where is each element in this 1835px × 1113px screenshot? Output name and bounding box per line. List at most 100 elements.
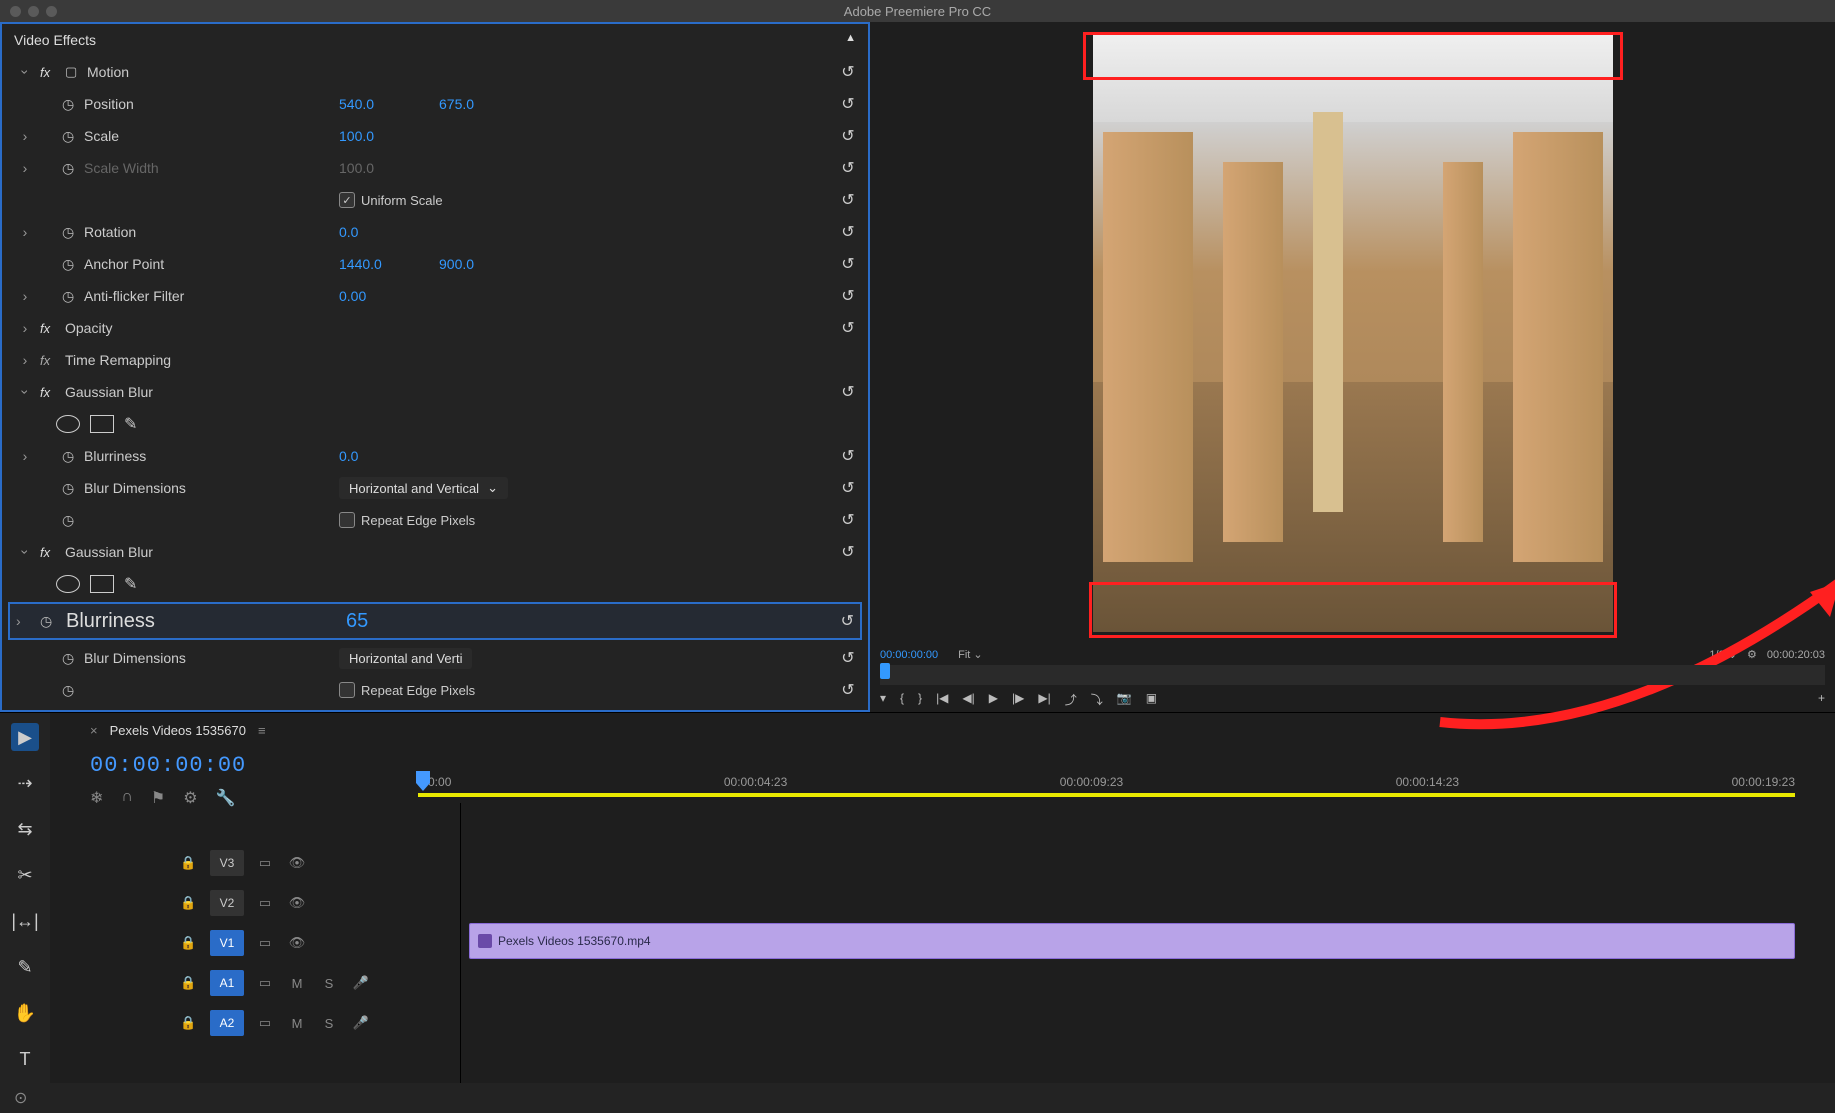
track-label[interactable]: A2 <box>210 1010 244 1036</box>
reset-button[interactable] <box>836 284 860 308</box>
track-label[interactable]: V1 <box>210 930 244 956</box>
stopwatch-icon[interactable] <box>40 613 66 630</box>
video-clip[interactable]: Pexels Videos 1535670.mp4 <box>469 923 1795 959</box>
lock-icon[interactable]: 🔒 <box>180 975 200 991</box>
solo-icon[interactable]: S <box>318 976 340 991</box>
reset-button[interactable] <box>836 678 860 702</box>
window-controls[interactable] <box>0 6 57 17</box>
effect-opacity[interactable]: fx Opacity <box>2 312 868 344</box>
value[interactable]: 0.00 <box>339 288 439 304</box>
repeat-edge-checkbox[interactable]: Repeat Edge Pixels <box>339 512 475 528</box>
step-back-icon[interactable]: ◀| <box>962 691 974 708</box>
effect-motion[interactable]: fx ▢ Motion <box>2 56 868 88</box>
track-a2[interactable]: 🔒A2▭MS🎤 <box>50 1003 460 1043</box>
track-v2[interactable]: 🔒V2▭👁 <box>50 883 460 923</box>
playhead-icon[interactable] <box>880 663 890 679</box>
reset-button[interactable] <box>836 252 860 276</box>
collapse-icon[interactable]: ▲ <box>845 32 856 48</box>
checkbox-icon[interactable] <box>339 192 355 208</box>
toggle-output-icon[interactable]: ▭ <box>254 895 276 911</box>
export-frame-icon[interactable]: 📷 <box>1117 691 1132 708</box>
reset-button[interactable] <box>841 611 854 631</box>
reset-button[interactable] <box>836 92 860 116</box>
toggle-output-icon[interactable]: ▭ <box>254 975 276 991</box>
mute-icon[interactable]: M <box>286 976 308 991</box>
resolution-dropdown[interactable]: 1/2 ⌄ <box>1709 648 1737 661</box>
work-area-bar[interactable] <box>418 793 1795 797</box>
preview-viewport[interactable] <box>870 22 1835 642</box>
effect-gaussian-blur-1[interactable]: fx Gaussian Blur <box>2 376 868 408</box>
track-label[interactable]: V3 <box>210 850 244 876</box>
close-tab-icon[interactable]: × <box>90 723 98 738</box>
go-to-out-icon[interactable]: ▶| <box>1038 691 1050 708</box>
reset-button[interactable] <box>836 380 860 404</box>
effect-time-remapping[interactable]: fx Time Remapping <box>2 344 868 376</box>
fx-badge[interactable]: fx <box>40 385 65 400</box>
mute-icon[interactable]: M <box>286 1016 308 1031</box>
chevron-right-icon[interactable] <box>10 160 40 176</box>
track-v1[interactable]: 🔒V1▭👁 <box>50 923 460 963</box>
effect-gaussian-blur-2[interactable]: fx Gaussian Blur <box>2 536 868 568</box>
track-label[interactable]: A1 <box>210 970 244 996</box>
razor-tool[interactable]: ✂ <box>11 861 39 889</box>
chevron-down-icon[interactable] <box>10 64 40 80</box>
value[interactable]: 0.0 <box>339 224 439 240</box>
panel-header[interactable]: Video Effects ▲ <box>2 24 868 56</box>
time-ruler[interactable]: :00:00 00:00:04:23 00:00:09:23 00:00:14:… <box>410 747 1835 803</box>
pen-mask-icon[interactable]: ✎ <box>124 414 137 434</box>
reset-button[interactable] <box>836 508 860 532</box>
hand-tool[interactable]: ✋ <box>11 999 39 1027</box>
stopwatch-icon[interactable] <box>62 256 84 273</box>
reset-button[interactable] <box>836 476 860 500</box>
chevron-right-icon[interactable] <box>10 224 40 240</box>
type-tool[interactable]: T <box>11 1045 39 1073</box>
motion-box-icon[interactable]: ▢ <box>65 64 87 80</box>
reset-button[interactable] <box>836 646 860 670</box>
fit-dropdown[interactable]: Fit ⌄ <box>958 648 983 661</box>
cc-icon[interactable]: ⊙ <box>14 1088 27 1108</box>
marker-icon[interactable]: ▾ <box>880 691 886 708</box>
value-x[interactable]: 1440.0 <box>339 256 439 272</box>
reset-button[interactable] <box>836 316 860 340</box>
preview-ruler[interactable] <box>880 665 1825 685</box>
fx-badge[interactable]: fx <box>40 321 65 336</box>
add-button-icon[interactable]: + <box>1818 691 1825 708</box>
track-label[interactable]: V2 <box>210 890 244 916</box>
blur-dims-dropdown[interactable]: Horizontal and Verti <box>339 648 472 669</box>
step-fwd-icon[interactable]: |▶ <box>1012 691 1024 708</box>
lock-icon[interactable]: 🔒 <box>180 1015 200 1031</box>
stopwatch-icon[interactable] <box>62 650 84 667</box>
eye-icon[interactable]: 👁 <box>286 855 308 871</box>
timeline-timecode[interactable]: 00:00:00:00 <box>90 753 370 778</box>
reset-button[interactable] <box>836 188 860 212</box>
stopwatch-icon[interactable] <box>62 96 84 113</box>
value[interactable]: 0.0 <box>339 448 439 464</box>
stopwatch-icon[interactable] <box>62 480 84 497</box>
rect-mask-icon[interactable] <box>90 575 114 593</box>
ellipse-mask-icon[interactable] <box>56 415 80 433</box>
toggle-output-icon[interactable]: ▭ <box>254 855 276 871</box>
lift-icon[interactable]: ⤴ <box>1065 691 1077 708</box>
lock-icon[interactable]: 🔒 <box>180 935 200 951</box>
stopwatch-icon[interactable] <box>62 224 84 241</box>
mic-icon[interactable]: 🎤 <box>350 1015 372 1031</box>
toggle-output-icon[interactable]: ▭ <box>254 935 276 951</box>
pen-tool[interactable]: ✎ <box>11 953 39 981</box>
fx-badge[interactable]: fx <box>40 545 65 560</box>
eye-icon[interactable]: 👁 <box>286 895 308 911</box>
timeline-tracks-area[interactable]: Pexels Videos 1535670.mp4 <box>460 803 1835 1112</box>
chevron-right-icon[interactable] <box>10 288 40 304</box>
track-select-tool[interactable]: ⇢ <box>11 769 39 797</box>
go-to-in-icon[interactable]: |◀ <box>936 691 948 708</box>
checkbox-icon[interactable] <box>339 682 355 698</box>
reset-button[interactable] <box>836 540 860 564</box>
lock-icon[interactable]: 🔒 <box>180 855 200 871</box>
chevron-right-icon[interactable] <box>10 128 40 144</box>
stopwatch-icon[interactable] <box>62 128 84 145</box>
selection-tool[interactable]: ▶ <box>11 723 39 751</box>
blur-dims-dropdown[interactable]: Horizontal and Vertical⌄ <box>339 477 508 499</box>
value[interactable]: 65 <box>346 610 368 633</box>
preview-timecode[interactable]: 00:00:00:00 <box>880 649 938 661</box>
stopwatch-icon[interactable] <box>62 448 84 465</box>
tab-menu-icon[interactable]: ≡ <box>258 723 266 738</box>
